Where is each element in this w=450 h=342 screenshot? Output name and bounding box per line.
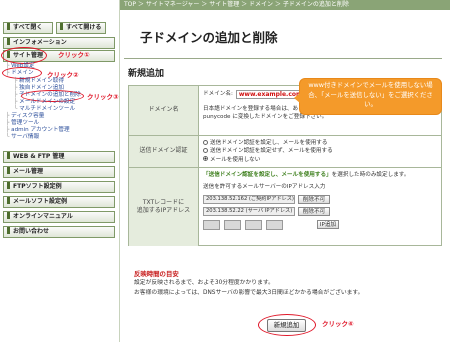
notes-heading: 反映時間の目安: [134, 270, 179, 278]
txt-note-rest: を選択した時のみ設定します。: [331, 172, 410, 178]
tree-item-server-info[interactable]: └ サーバ情報: [6, 134, 39, 141]
ip-field-2: 203.138.52.22 (サーバ IPアドレス): [203, 206, 295, 216]
title-divider: [124, 58, 442, 59]
square-bullet-icon: [7, 182, 10, 189]
square-bullet-icon: [7, 38, 10, 45]
radio-icon: [203, 139, 208, 145]
mail-auth-label: 送信ドメイン認証: [129, 136, 199, 168]
ip-add-button[interactable]: IP追加: [317, 220, 339, 230]
notes-line-2: お客様の環境によっては、DNSサーバの影響で最大3日間ほどかかる場合がございます…: [134, 290, 364, 296]
radio-auth-use[interactable]: 送信ドメイン認証を設定し、メールを使用する: [203, 139, 438, 147]
section-title: 新規追加: [128, 69, 165, 79]
click-annotation-3: クリック③: [87, 93, 119, 101]
delete-disabled-button-2: 削除不可: [298, 206, 330, 216]
tree-item-new-domain[interactable]: ├ 新規ドメイン取得: [14, 78, 64, 85]
menu-ftp-soft[interactable]: FTPソフト設定例: [3, 181, 115, 193]
delete-disabled-button-1: 削除不可: [298, 194, 330, 204]
txt-desc: 送信を許可するメールサーバーのIPアドレス入力: [203, 184, 326, 191]
menu-web-ftp[interactable]: WEB & FTP 管理: [3, 151, 115, 163]
square-bullet-icon: [7, 167, 10, 174]
txt-note-em: 「送信ドメイン認証を設定し、メールを使用する」: [203, 172, 332, 178]
square-bullet-icon: [7, 227, 10, 234]
square-bullet-icon: [7, 23, 10, 30]
mail-tooltip: www付きドメインでメールを使用しない場合、「メールを送信しない」をご選択くださ…: [294, 78, 442, 115]
ip-octet-3[interactable]: [245, 219, 262, 230]
tree-item-tools[interactable]: ├ 管理ツール: [6, 120, 39, 127]
tree-item-mail-domain[interactable]: ├ メールドメインの設定: [14, 99, 75, 106]
menu-mail-soft[interactable]: メールソフト設定例: [3, 196, 115, 208]
click-annotation-1: クリック①: [58, 51, 90, 59]
click-annotation-4: クリック④: [322, 320, 354, 328]
tree-item-admin-account[interactable]: ├ admin アカウント管理: [6, 127, 70, 134]
menu-online-manual[interactable]: オンラインマニュアル: [3, 211, 115, 223]
tree-item-multi-domain[interactable]: └ マルチドメインツール: [14, 106, 75, 113]
radio-noauth-use[interactable]: 送信ドメイン認証を設定せず、メールを使用する: [203, 147, 438, 155]
ip-octet-2[interactable]: [224, 219, 241, 230]
domain-prefix: ドメイン名:: [203, 91, 233, 98]
notes-line-1: 設定が反映されるまで、およそ30分程度かかります。: [134, 280, 274, 286]
radio-selected-icon: [203, 156, 208, 162]
submit-button[interactable]: 新規追加: [267, 319, 306, 332]
mail-auth-cell: 送信ドメイン認証を設定し、メールを使用する 送信ドメイン認証を設定せず、メールを…: [199, 136, 442, 168]
domain-label: ドメイン名: [129, 86, 199, 136]
square-bullet-icon: [60, 23, 63, 30]
close-all-button[interactable]: すべて閉く: [3, 22, 53, 34]
page-title: 子ドメインの追加と削除: [140, 30, 278, 45]
ip-octet-1[interactable]: [203, 219, 220, 230]
square-bullet-icon: [7, 212, 10, 219]
ip-octet-4[interactable]: [266, 219, 283, 230]
radio-icon: [203, 147, 208, 153]
ip-field-1: 203.138.52.162 (ご契約IPアドレス): [203, 194, 295, 204]
menu-mail[interactable]: メール管理: [3, 166, 115, 178]
menu-contact[interactable]: お問い合わせ: [3, 226, 115, 238]
square-bullet-icon: [7, 152, 10, 159]
txt-label: TXTレコードに 追加するIPアドレス: [129, 168, 199, 246]
open-all-button[interactable]: すべて開ける: [56, 22, 106, 34]
tree-item-disk[interactable]: ├ ディスク容量: [6, 113, 44, 120]
radio-no-mail[interactable]: メールを使用しない: [203, 156, 438, 164]
breadcrumb: TOP ＞ サイトマネージャー ＞ サイト管理 ＞ ドメイン ＞ 子ドメインの追…: [120, 0, 450, 10]
square-bullet-icon: [7, 197, 10, 204]
txt-cell: 「送信ドメイン認証を設定し、メールを使用する」を選択した時のみ設定します。 送信…: [199, 168, 442, 246]
highlight-circle-1: [1, 47, 47, 64]
